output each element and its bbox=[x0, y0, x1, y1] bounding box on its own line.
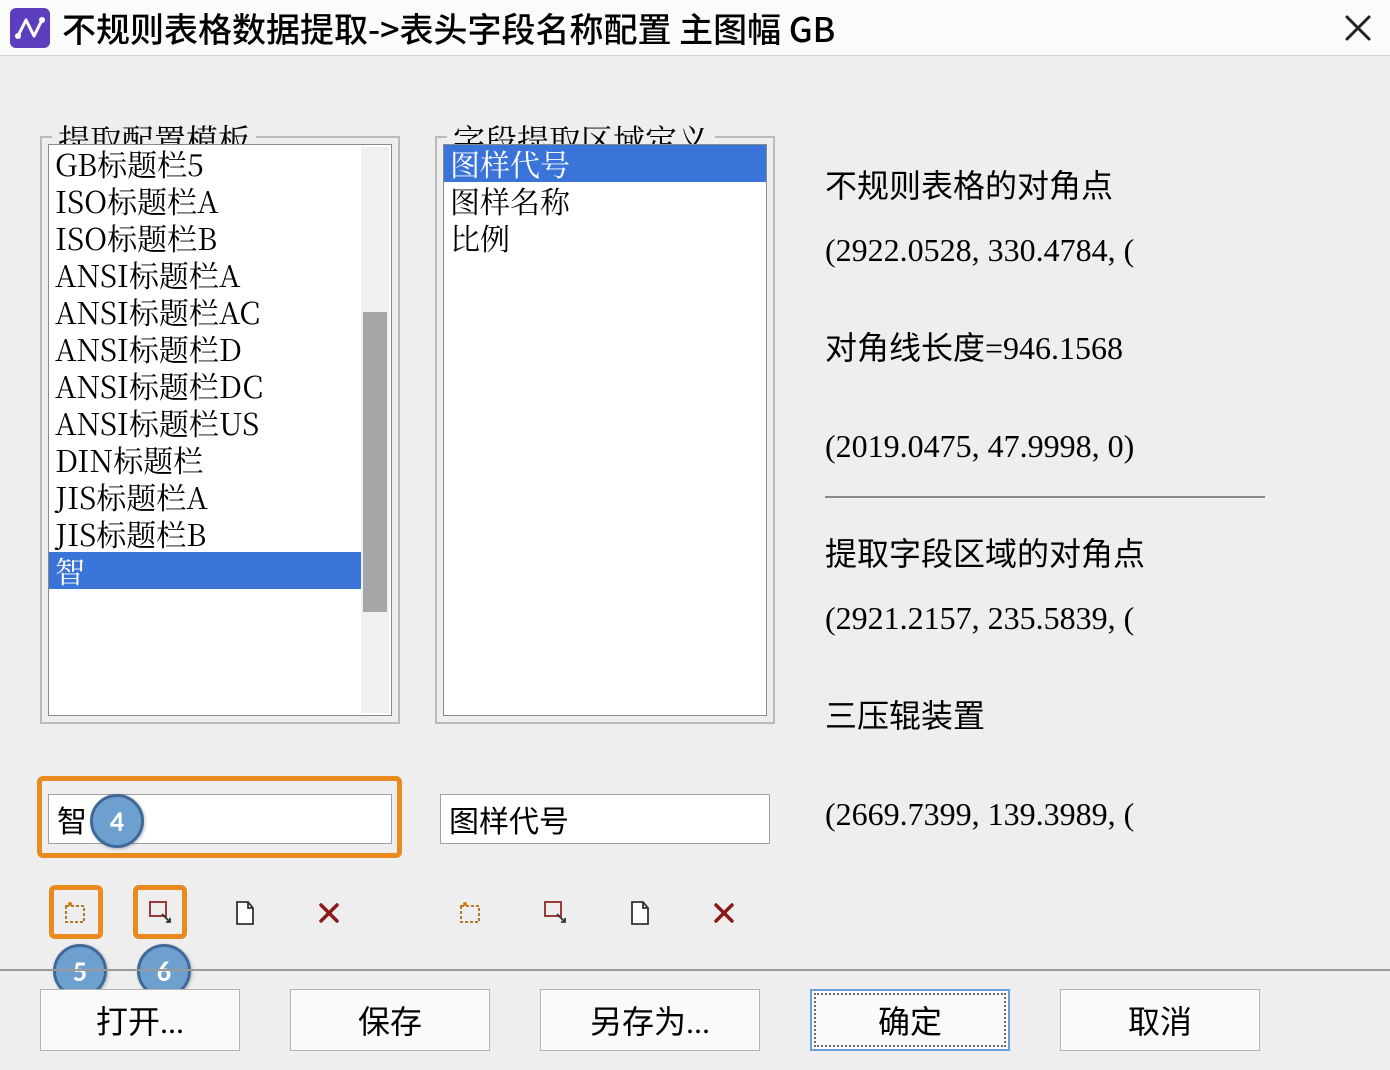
templates-listbox[interactable]: GB标题栏5 ISO标题栏A ISO标题栏B ANSI标题栏A ANSI标题栏A… bbox=[48, 144, 392, 716]
list-item[interactable]: ANSI标题栏AC bbox=[49, 293, 361, 330]
diagonal-length: 对角线长度=946.1568 bbox=[825, 320, 1370, 376]
delete-icon[interactable] bbox=[312, 896, 346, 930]
open-button[interactable]: 打开... bbox=[40, 989, 240, 1051]
templates-group: 提取配置模板 GB标题栏5 ISO标题栏A ISO标题栏B ANSI标题栏A A… bbox=[40, 136, 400, 724]
list-item[interactable]: GB标题栏5 bbox=[49, 145, 361, 182]
field-name-input[interactable] bbox=[440, 794, 770, 844]
pick-point-icon[interactable] bbox=[144, 896, 178, 930]
table-corner-point-2: (2019.0475, 47.9998, 0) bbox=[825, 418, 1370, 474]
field-corner-point-2: (2669.7399, 139.3989, ( bbox=[825, 786, 1370, 842]
dialog-button-bar: 打开... 保存 另存为... 确定 取消 bbox=[0, 969, 1390, 1070]
template-name-input[interactable] bbox=[48, 794, 392, 844]
field-extracted-value: 三压辊装置 bbox=[825, 688, 1370, 744]
list-item[interactable]: 图样代号 bbox=[444, 145, 766, 182]
list-item[interactable]: ANSI标题栏DC bbox=[49, 367, 361, 404]
new-icon[interactable] bbox=[228, 896, 262, 930]
list-item[interactable]: DIN标题栏 bbox=[49, 441, 361, 478]
window-title: 不规则表格数据提取->表头字段名称配置 主图幅 GB bbox=[62, 3, 1336, 52]
list-item[interactable]: ANSI标题栏D bbox=[49, 330, 361, 367]
ok-button[interactable]: 确定 bbox=[810, 989, 1010, 1051]
list-item[interactable]: ISO标题栏A bbox=[49, 182, 361, 219]
pick-point-icon[interactable] bbox=[539, 896, 573, 930]
table-corner-point-1: (2922.0528, 330.4784, ( bbox=[825, 222, 1370, 278]
fields-listbox[interactable]: 图样代号 图样名称 比例 bbox=[443, 144, 767, 716]
pick-rect-icon[interactable] bbox=[60, 896, 94, 930]
list-item[interactable]: ANSI标题栏A bbox=[49, 256, 361, 293]
close-icon[interactable] bbox=[1336, 6, 1380, 50]
pick-rect-icon[interactable] bbox=[455, 896, 489, 930]
new-icon[interactable] bbox=[623, 896, 657, 930]
list-item[interactable]: JIS标题栏A bbox=[49, 478, 361, 515]
saveas-button[interactable]: 另存为... bbox=[540, 989, 760, 1051]
save-button[interactable]: 保存 bbox=[290, 989, 490, 1051]
list-item[interactable]: JIS标题栏B bbox=[49, 515, 361, 552]
field-corner-point-1: (2921.2157, 235.5839, ( bbox=[825, 590, 1370, 646]
table-corner-label: 不规则表格的对角点 bbox=[825, 158, 1370, 214]
title-bar: 不规则表格数据提取->表头字段名称配置 主图幅 GB bbox=[0, 0, 1390, 56]
list-item[interactable]: 图样名称 bbox=[444, 182, 766, 219]
list-item[interactable]: 智 bbox=[49, 552, 361, 589]
cancel-button[interactable]: 取消 bbox=[1060, 989, 1260, 1051]
info-panel: 不规则表格的对角点 (2922.0528, 330.4784, ( 对角线长度=… bbox=[825, 158, 1370, 842]
info-separator bbox=[825, 496, 1265, 498]
app-icon bbox=[8, 6, 52, 50]
field-corner-label: 提取字段区域的对角点 bbox=[825, 526, 1370, 582]
fields-toolbar bbox=[455, 896, 741, 930]
list-item[interactable]: ANSI标题栏US bbox=[49, 404, 361, 441]
delete-icon[interactable] bbox=[707, 896, 741, 930]
dialog-body: 提取配置模板 GB标题栏5 ISO标题栏A ISO标题栏B ANSI标题栏A A… bbox=[0, 56, 1390, 1070]
scrollbar[interactable] bbox=[361, 147, 389, 713]
list-item[interactable]: ISO标题栏B bbox=[49, 219, 361, 256]
list-item[interactable]: 比例 bbox=[444, 219, 766, 256]
scrollbar-thumb[interactable] bbox=[363, 312, 387, 612]
templates-toolbar bbox=[60, 896, 346, 930]
fields-group: 字段提取区域定义 图样代号 图样名称 比例 bbox=[435, 136, 775, 724]
